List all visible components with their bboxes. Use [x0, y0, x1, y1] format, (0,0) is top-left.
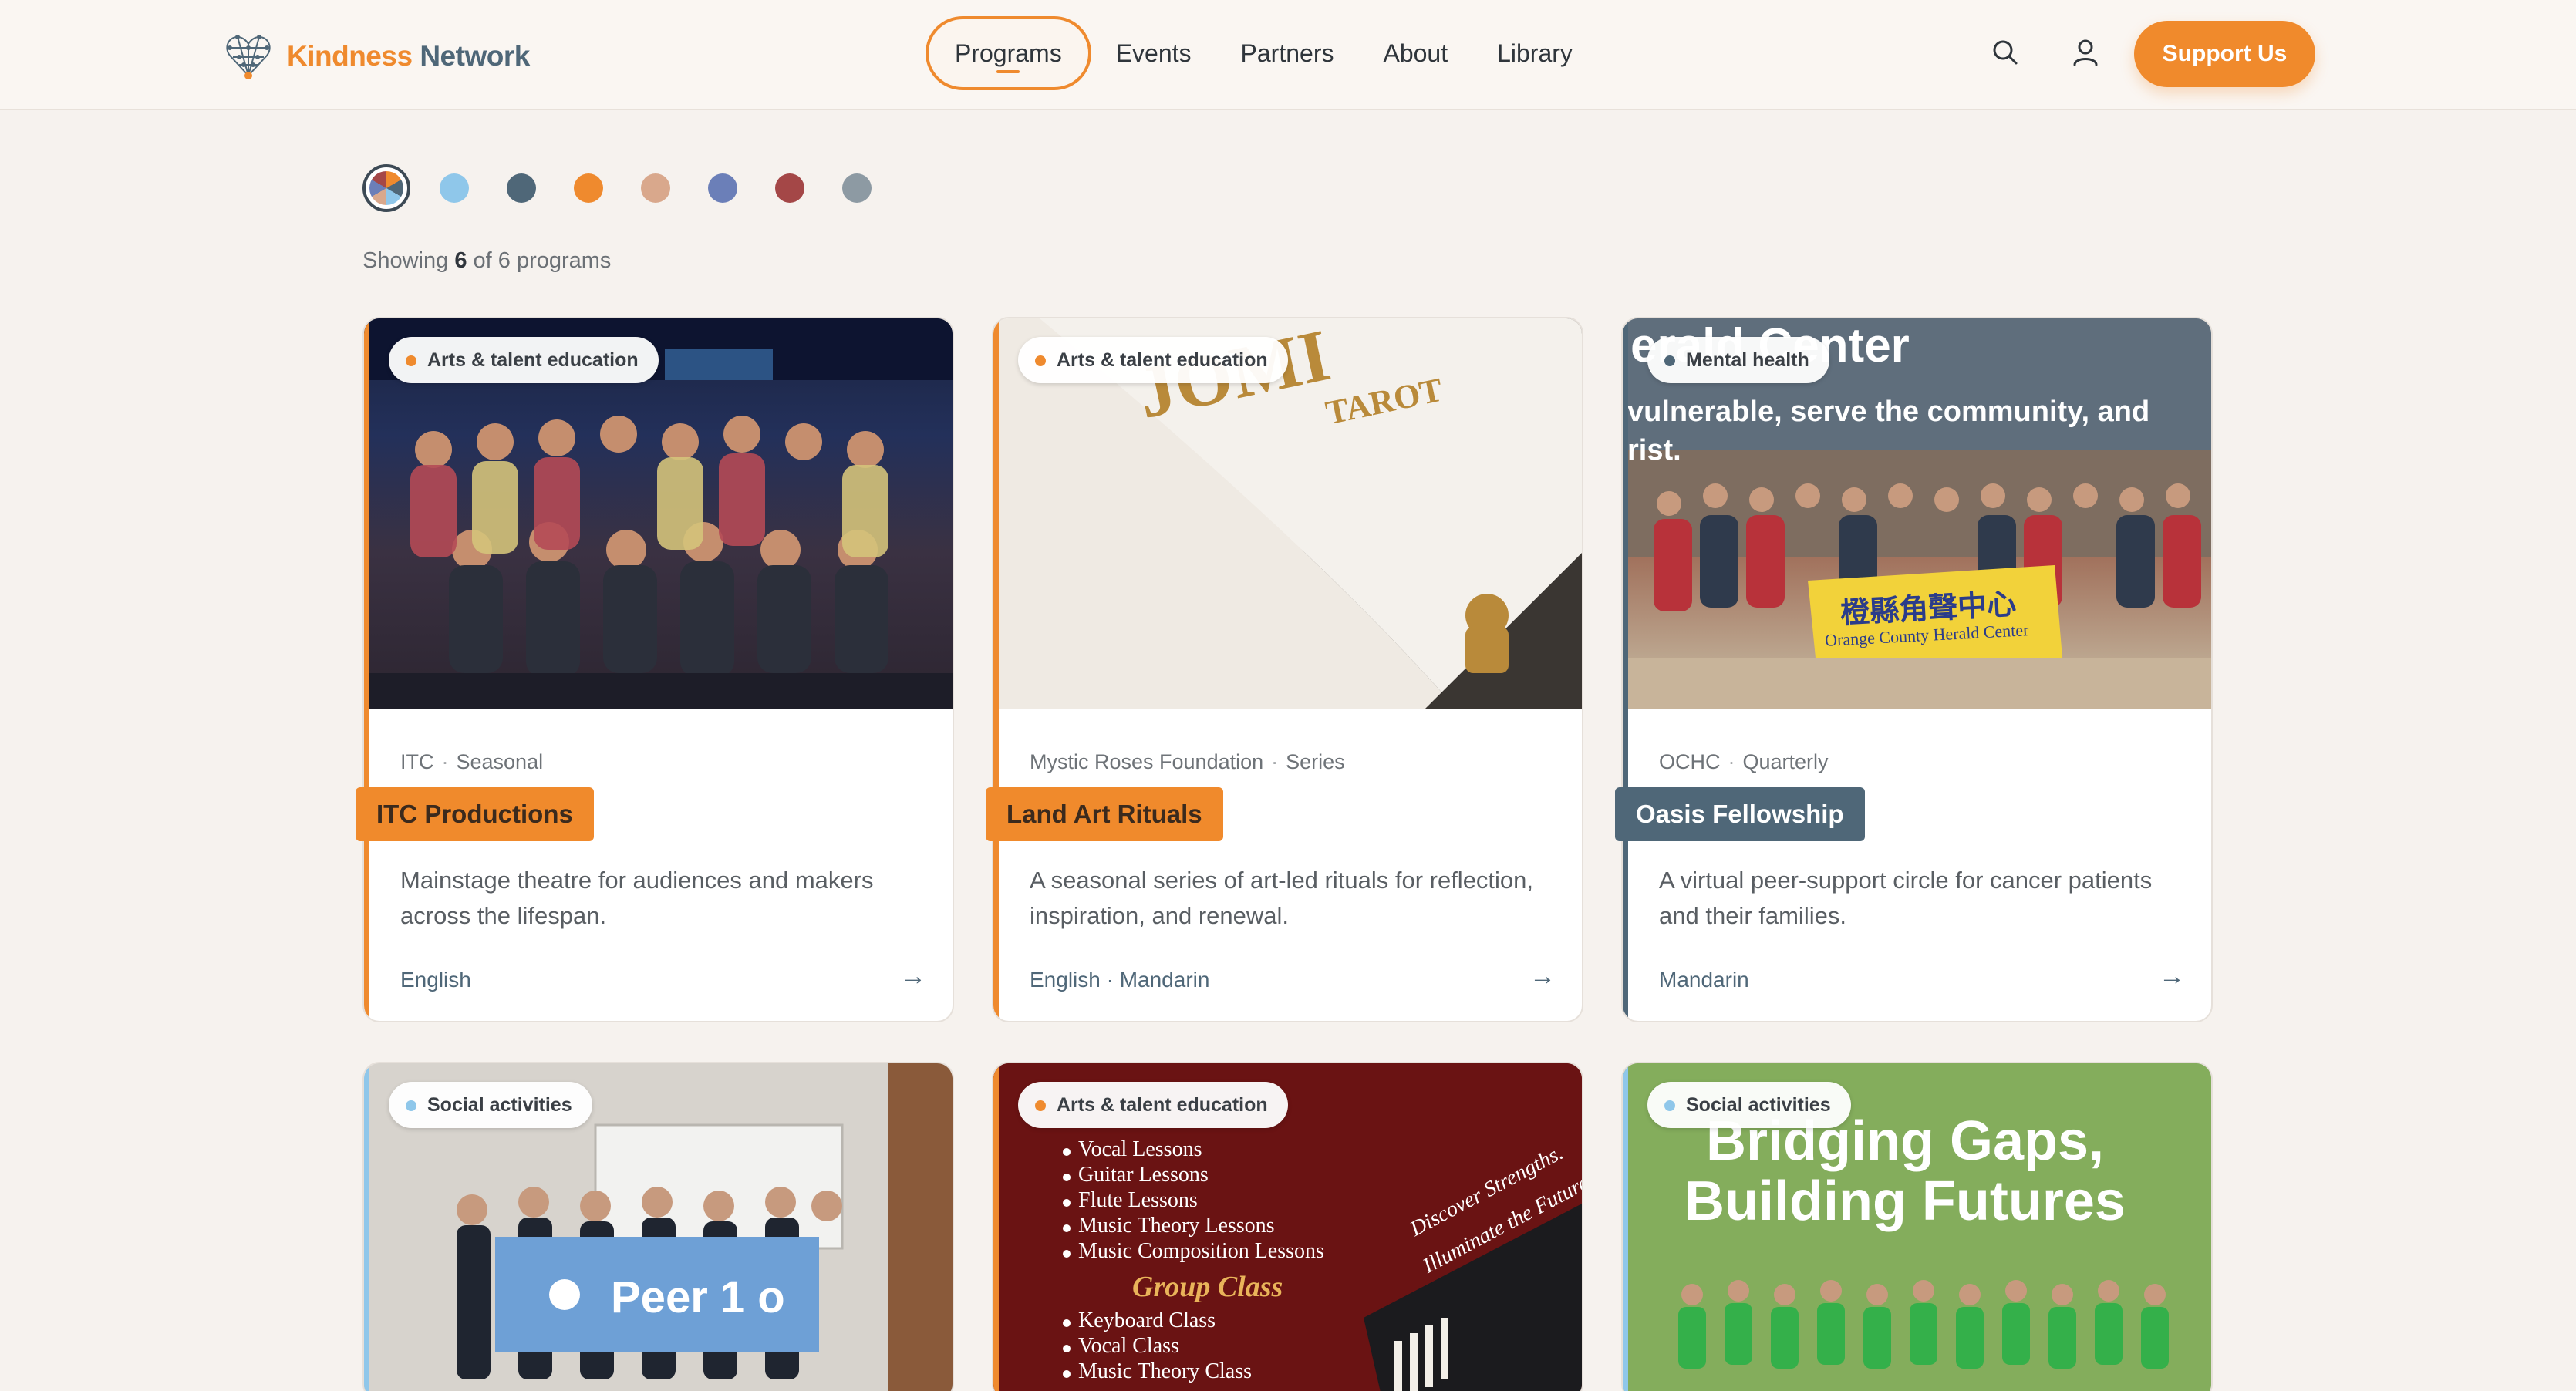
filter-color-5[interactable] — [708, 173, 737, 203]
meta-separator: · — [441, 750, 449, 773]
brand-name-second: Network — [420, 40, 530, 72]
top-navigation-bar: Kindness Network Programs Events Partner… — [0, 0, 2576, 110]
program-card[interactable]: Bridging Gaps, Building Futures Social a… — [1621, 1062, 2213, 1391]
category-badge: Social activities — [1647, 1082, 1851, 1128]
results-prefix: Showing — [362, 248, 449, 273]
category-accent-bar — [364, 1063, 369, 1391]
program-card[interactable]: Vocal Lessons Guitar Lessons Flute Lesso… — [992, 1062, 1583, 1391]
filter-color-1[interactable] — [440, 173, 469, 203]
main-nav: Programs Events Partners About Library — [926, 16, 1597, 90]
account-button[interactable] — [2069, 35, 2102, 69]
category-label: Social activities — [427, 1093, 572, 1116]
nav-library[interactable]: Library — [1472, 16, 1597, 90]
card-body: ITC · Seasonal Mainstage theatre for audie… — [364, 709, 953, 1021]
card-title[interactable]: Oasis Fellowship — [1615, 787, 1865, 841]
card-org: Mystic Roses Foundation — [1030, 750, 1264, 773]
category-badge: Arts & talent education — [1018, 1082, 1288, 1128]
category-accent-bar — [993, 1063, 999, 1391]
category-badge: Social activities — [389, 1082, 592, 1128]
card-title[interactable]: ITC Productions — [356, 787, 594, 841]
card-body: Mystic Roses Foundation · Series A seasona… — [993, 709, 1582, 1021]
photo-text: Music Theory Lessons — [1078, 1214, 1275, 1238]
card-languages: English — [400, 968, 471, 992]
photo-text: Building Futures — [1684, 1170, 2126, 1232]
category-badge: Arts & talent education — [389, 337, 659, 383]
arrow-right-icon[interactable]: → — [2159, 962, 2185, 992]
filter-color-4[interactable] — [641, 173, 670, 203]
photo-text: Keyboard Class — [1078, 1308, 1216, 1332]
card-description: A virtual peer-support circle for cancer… — [1659, 867, 2153, 929]
category-dot-icon — [1664, 355, 1675, 366]
photo-text: Music Composition Lessons — [1078, 1239, 1324, 1263]
card-body: OCHC · Quarterly A virtual peer-support ci… — [1623, 709, 2211, 1021]
card-frequency: Quarterly — [1742, 750, 1829, 773]
card-frequency: Series — [1286, 750, 1345, 773]
program-card[interactable]: JOMI TAROT Arts & talent education Mysti… — [992, 317, 1583, 1022]
search-icon — [1993, 40, 2018, 65]
brand-logo[interactable]: Kindness Network — [224, 32, 530, 80]
category-dot-icon — [1035, 355, 1046, 366]
photo-text: Vocal Class — [1078, 1334, 1179, 1358]
brand-name-first: Kindness — [287, 40, 413, 72]
category-dot-icon — [1035, 1100, 1046, 1111]
card-description: Mainstage theatre for audiences and make… — [400, 867, 874, 929]
support-us-button[interactable]: Support Us — [2134, 21, 2315, 87]
card-org: OCHC — [1659, 750, 1721, 773]
brand-name: Kindness Network — [287, 40, 530, 72]
card-languages: Mandarin — [1659, 968, 1749, 992]
category-accent-bar — [1623, 1063, 1628, 1391]
arrow-right-icon[interactable]: → — [1529, 962, 1556, 992]
photo-text: Guitar Lessons — [1078, 1163, 1209, 1187]
filter-color-2[interactable] — [507, 173, 536, 203]
search-button[interactable] — [1988, 35, 2022, 69]
category-dot-icon — [406, 355, 416, 366]
nav-about[interactable]: About — [1358, 16, 1472, 90]
category-label: Social activities — [1686, 1093, 1831, 1116]
filter-color-7[interactable] — [842, 173, 872, 203]
photo-text: Peer 1 o — [611, 1272, 785, 1322]
filter-all[interactable] — [362, 164, 410, 212]
results-count: Showing 6 of 6 programs — [362, 248, 611, 274]
meta-separator: · — [1728, 750, 1735, 773]
nav-events[interactable]: Events — [1091, 16, 1216, 90]
category-badge: Mental health — [1647, 337, 1829, 383]
program-card[interactable]: Peer 1 o Social activities — [362, 1062, 954, 1391]
photo-text: Flute Lessons — [1078, 1188, 1198, 1212]
photo-text: Music Theory Class — [1078, 1359, 1253, 1383]
category-label: Arts & talent education — [1057, 349, 1268, 371]
all-categories-icon — [369, 171, 403, 205]
program-card[interactable]: erald Center vulnerable, serve the commu… — [1621, 317, 2213, 1022]
category-label: Arts & talent education — [1057, 1093, 1268, 1116]
card-meta: OCHC · Quarterly — [1659, 750, 1829, 774]
card-meta: Mystic Roses Foundation · Series — [1030, 750, 1345, 774]
program-card[interactable]: Arts & talent education ITC · Seasonal Mai… — [362, 317, 954, 1022]
filter-color-3[interactable] — [574, 173, 603, 203]
category-dot-icon — [1664, 1100, 1675, 1111]
heart-network-icon — [226, 35, 271, 79]
results-total: of 6 programs — [473, 248, 612, 273]
category-dot-icon — [406, 1100, 416, 1111]
category-label: Mental health — [1686, 349, 1809, 371]
photo-text: Vocal Lessons — [1078, 1137, 1202, 1161]
arrow-right-icon[interactable]: → — [900, 962, 926, 992]
nav-partners[interactable]: Partners — [1216, 16, 1359, 90]
card-title[interactable]: Land Art Rituals — [986, 787, 1223, 841]
card-languages: English · Mandarin — [1030, 968, 1210, 992]
category-label: Arts & talent education — [427, 349, 639, 371]
user-icon — [2073, 39, 2098, 66]
photo-text: vulnerable, serve the community, and — [1627, 396, 2150, 428]
card-description: A seasonal series of art-led rituals for… — [1030, 867, 1534, 929]
card-org: ITC — [400, 750, 434, 773]
card-meta: ITC · Seasonal — [400, 750, 543, 774]
results-shown: 6 — [454, 248, 467, 273]
nav-programs[interactable]: Programs — [926, 16, 1091, 90]
photo-text: rist. — [1627, 434, 1681, 466]
card-frequency: Seasonal — [456, 750, 544, 773]
category-badge: Arts & talent education — [1018, 337, 1288, 383]
meta-separator: · — [1271, 750, 1279, 773]
category-filter — [362, 164, 909, 212]
filter-color-6[interactable] — [775, 173, 804, 203]
photo-text: Group Class — [1132, 1271, 1283, 1303]
